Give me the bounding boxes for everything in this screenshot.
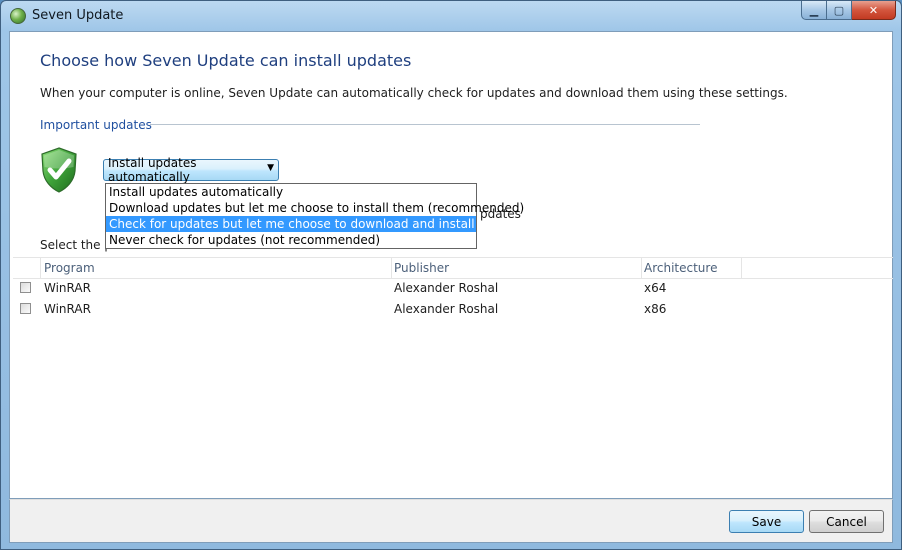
- column-header-program[interactable]: Program: [41, 258, 391, 278]
- cell-program: WinRAR: [44, 281, 91, 295]
- caption-buttons: ▁ ▢ ✕: [801, 1, 896, 21]
- globe-icon: [10, 8, 26, 24]
- table-header: Program Publisher Architecture: [13, 258, 893, 279]
- column-header-publisher[interactable]: Publisher: [391, 258, 641, 278]
- cell-architecture: x86: [644, 302, 667, 316]
- page-description: When your computer is online, Seven Upda…: [40, 86, 788, 100]
- option-never-check[interactable]: Never check for updates (not recommended…: [106, 232, 476, 248]
- column-separator: [741, 258, 742, 278]
- option-check-choose-download[interactable]: Check for updates but let me choose to d…: [106, 216, 510, 232]
- app-window: Seven Update ▁ ▢ ✕ Choose how Seven Upda…: [0, 0, 902, 550]
- window-title: Seven Update: [32, 8, 124, 23]
- maximize-button[interactable]: ▢: [827, 1, 852, 20]
- save-button[interactable]: Save: [729, 510, 804, 533]
- section-label: Important updates: [40, 118, 152, 132]
- minimize-button[interactable]: ▁: [801, 1, 827, 20]
- close-button[interactable]: ✕: [852, 1, 896, 20]
- section-divider: [150, 124, 700, 125]
- cancel-button[interactable]: Cancel: [809, 510, 884, 533]
- content-area: Choose how Seven Update can install upda…: [9, 31, 893, 499]
- security-shield-icon: [41, 147, 77, 193]
- row-checkbox[interactable]: [20, 282, 31, 293]
- cell-architecture: x64: [644, 281, 667, 295]
- table-row[interactable]: WinRAR Alexander Roshal x86: [13, 299, 893, 320]
- cell-program: WinRAR: [44, 302, 91, 316]
- programs-table: Program Publisher Architecture WinRAR Al…: [13, 257, 893, 499]
- option-install-automatically[interactable]: Install updates automatically: [106, 184, 476, 200]
- cell-publisher: Alexander Roshal: [394, 302, 499, 316]
- column-header-architecture[interactable]: Architecture: [641, 258, 741, 278]
- cell-publisher: Alexander Roshal: [394, 281, 499, 295]
- row-checkbox[interactable]: [20, 303, 31, 314]
- update-mode-options: Install updates automatically Download u…: [105, 183, 524, 249]
- select-programs-label: Select the p: [40, 238, 112, 252]
- update-mode-selected: Install updates automatically: [108, 156, 197, 184]
- page-title: Choose how Seven Update can install upda…: [40, 51, 412, 70]
- update-mode-dropdown[interactable]: Install updates automatically ▼: [103, 156, 279, 184]
- table-row[interactable]: WinRAR Alexander Roshal x64: [13, 278, 893, 299]
- title-bar[interactable]: Seven Update ▁ ▢ ✕: [1, 1, 901, 31]
- chevron-down-icon: ▼: [267, 163, 274, 173]
- button-bar: Save Cancel: [9, 499, 893, 543]
- option-download-choose-install[interactable]: Download updates but let me choose to in…: [106, 200, 524, 216]
